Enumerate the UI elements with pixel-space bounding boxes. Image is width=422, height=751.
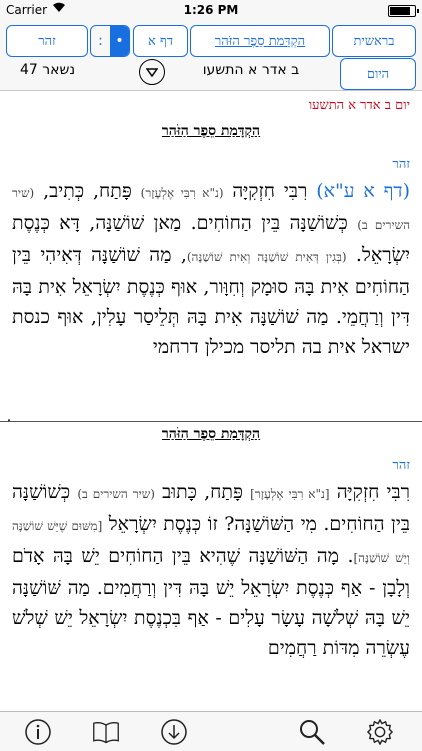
status-bar: Carrier 1:26 PM	[0, 0, 422, 20]
zohar-button[interactable]: זהר	[6, 25, 88, 57]
chevron-down-icon[interactable]	[139, 59, 165, 85]
section-label: זהר	[392, 458, 411, 473]
date-label: ב אדר א התשעו	[202, 62, 300, 78]
intro-button[interactable]: הַקְדָּמַת סֵפֶר הַזֹּהַר	[190, 25, 330, 57]
passage-part: פָּתַח, כְּתִיב,	[34, 180, 141, 202]
today-button[interactable]: היום	[340, 58, 416, 90]
text-pane-hebrew[interactable]: הַקְדָּמַת סֵפֶר הַזֹּהַר זהר רִבִּי חִז…	[0, 421, 422, 712]
variant-note: [נ"א רִבִּי אֶלְעָזָר]	[250, 487, 330, 501]
side-segmented-control[interactable]: : •	[90, 25, 130, 57]
side-segment-dot[interactable]: •	[110, 26, 129, 56]
clock: 1:26 PM	[183, 3, 239, 17]
daf-reference: (דף א ע"א)	[316, 180, 410, 202]
source-note: (שיר השירים ב)	[77, 487, 155, 501]
daf-button[interactable]: דף א	[133, 25, 188, 57]
passage-part: פָּתַח, כָּתוּב	[154, 481, 251, 503]
passage-part: רִבִּי חִזְקִיָּה	[223, 180, 317, 202]
passage-text: רִבִּי חִזְקִיָּה [נ"א רִבִּי אֶלְעָזָר]…	[0, 477, 422, 663]
passage-part: רִבִּי חִזְקִיָּה	[329, 481, 410, 503]
text-pane-aramaic[interactable]: יום ב אדר א התשעו הַקְדָּמַת סֵפֶר הַזֹּ…	[0, 91, 422, 421]
tab-bar	[0, 711, 422, 751]
battery-icon	[388, 5, 419, 17]
side-segment-colon[interactable]: :	[91, 26, 110, 56]
day-date: יום ב אדר א התשעו	[308, 98, 410, 113]
section-label: זהר	[392, 157, 411, 172]
book-icon[interactable]	[92, 718, 120, 746]
toolbar: בראשית הַקְדָּמַת סֵפֶר הַזֹּהַר דף א : …	[0, 20, 422, 90]
info-icon[interactable]	[24, 718, 52, 746]
section-title: הַקְדָּמַת סֵפֶר הַזֹּהַר	[161, 426, 261, 442]
passage-text: (דף א ע"א) רִבִּי חִזְקִיָּה (נ"א רִבִּי…	[0, 176, 422, 362]
search-icon[interactable]	[298, 718, 326, 746]
variant-note: (נ"א רִבִּי אֶלְעָזָר)	[140, 186, 224, 200]
download-icon[interactable]	[160, 718, 188, 746]
variant-note: (בְּגִין דְּאִית שׁוֹשַׁנָּה וְאִית שׁוֹ…	[186, 250, 347, 264]
settings-icon[interactable]	[366, 718, 394, 746]
remaining-label: נשאר 47	[20, 62, 76, 78]
passage-part: . מָה הַשּׁוֹשַׁנָּה שֶׁהִיא בֵּין הַחוֹ…	[12, 545, 410, 659]
start-button[interactable]: בראשית	[332, 25, 416, 57]
section-title: הַקְדָּמַת סֵפֶר הַזֹּהַר	[161, 123, 261, 139]
